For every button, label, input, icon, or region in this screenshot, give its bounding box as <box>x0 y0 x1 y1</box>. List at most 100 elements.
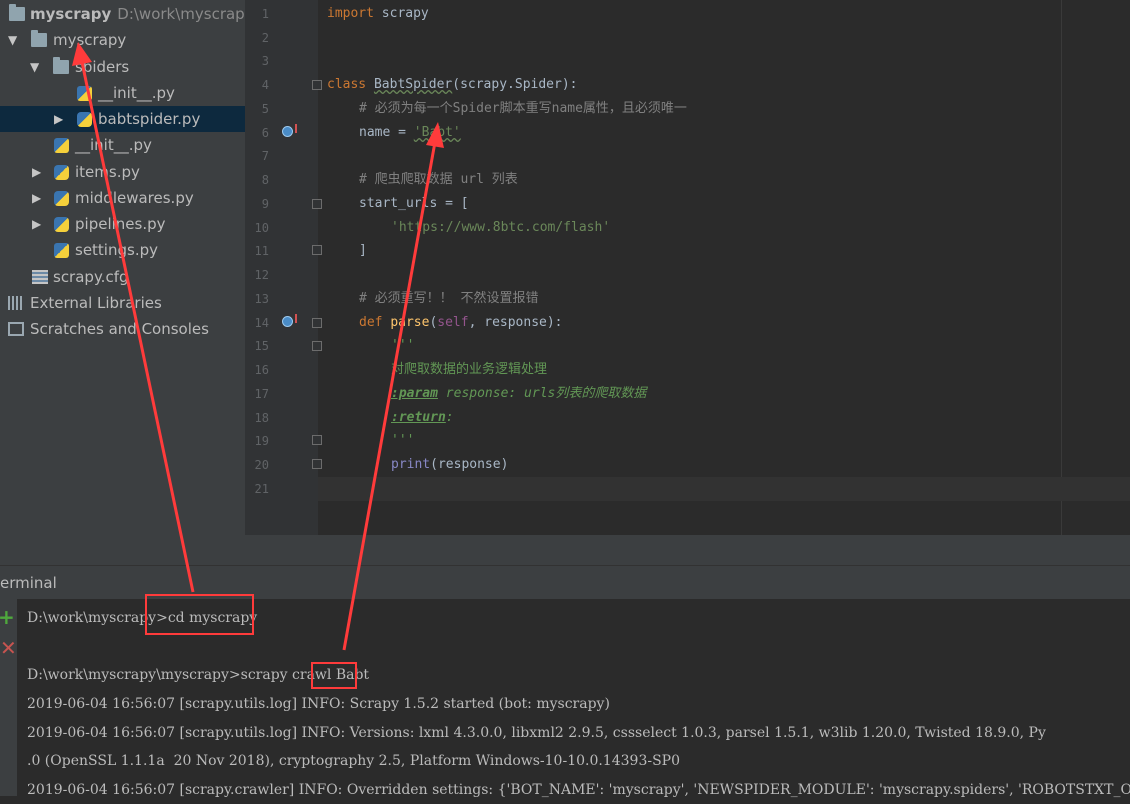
doc-text: response: urls列表的爬取数据 <box>437 386 647 401</box>
code-line-1: import scrapy <box>327 2 429 26</box>
keyword: def <box>359 315 391 330</box>
code-line-18: :return: <box>391 406 454 430</box>
panel-separator <box>0 535 1130 565</box>
terminal-title: erminal <box>0 574 57 592</box>
fold-end-icon[interactable] <box>312 459 322 469</box>
chevron-down-icon[interactable]: ▼ <box>30 54 39 80</box>
close-terminal-icon[interactable]: ✕ <box>0 636 17 660</box>
code-line-5: # 必须为每一个Spider脚本重写name属性，且必须唯一 <box>359 101 687 116</box>
terminal-line: 2019-06-04 16:56:07 [scrapy.crawler] INF… <box>27 782 1130 798</box>
line-number: 5 <box>261 102 269 116</box>
folder-icon <box>53 57 69 74</box>
fold-toggle-icon[interactable] <box>312 341 322 351</box>
tree-item-init[interactable]: __init__.py <box>0 132 245 158</box>
python-file-icon <box>54 165 69 180</box>
override-arrow-icon <box>295 314 297 323</box>
line-number: 13 <box>254 292 269 306</box>
line-number: 14 <box>254 316 269 330</box>
chevron-right-icon[interactable]: ▶ <box>32 211 41 237</box>
function-name: parse <box>390 315 430 330</box>
tree-item-label: settings.py <box>75 241 158 259</box>
line-number: 20 <box>254 458 269 472</box>
python-file-icon <box>54 243 69 258</box>
code-line-15: ''' <box>391 338 415 353</box>
python-file-icon <box>77 112 92 127</box>
line-number: 7 <box>261 149 269 163</box>
scratches-icon <box>8 322 24 336</box>
line-number: 18 <box>254 411 269 425</box>
add-terminal-icon[interactable]: + <box>0 605 15 629</box>
code-text: (response) <box>430 457 509 472</box>
tree-item-label: Scratches and Consoles <box>30 320 209 338</box>
code-line-11: ] <box>359 243 367 258</box>
code-text: , response): <box>468 315 563 330</box>
code-line-4: class BabtSpider(scrapy.Spider): <box>327 73 577 97</box>
override-arrow-icon <box>295 124 297 133</box>
tree-item-label: __init__.py <box>98 84 175 102</box>
tree-item-babtspider[interactable]: ▶ babtspider.py <box>0 106 245 132</box>
class-name: BabtSpider <box>373 77 453 92</box>
tree-item-label: External Libraries <box>30 294 162 312</box>
fold-toggle-icon[interactable] <box>312 80 322 90</box>
code-line-13: # 必须重写！！ 不然设置报错 <box>359 291 539 306</box>
line-number: 4 <box>261 78 269 92</box>
tree-item-spiders-init[interactable]: __init__.py <box>0 80 245 106</box>
terminal-prompt: D:\work\myscrapy\myscrapy>scrapy crawl <box>27 667 336 683</box>
python-file-icon <box>54 138 69 153</box>
fold-toggle-icon[interactable] <box>312 199 322 209</box>
tree-item-label: __init__.py <box>75 136 152 154</box>
code-line-10: 'https://www.8btc.com/flash' <box>391 220 611 235</box>
code-text: name = <box>359 125 414 140</box>
right-margin-guide <box>1061 0 1062 535</box>
chevron-right-icon[interactable]: ▶ <box>32 159 41 185</box>
line-number: 6 <box>261 126 269 140</box>
tree-item-myscrapy[interactable]: ▼ myscrapy <box>0 27 245 53</box>
code-line-14: def parse(self, response): <box>359 311 563 335</box>
override-marker-icon[interactable] <box>282 126 293 137</box>
code-line-19: ''' <box>391 433 415 448</box>
terminal-line: .0 (OpenSSL 1.1.1a 20 Nov 2018), cryptog… <box>27 753 680 769</box>
tree-item-label: scrapy.cfg <box>53 268 129 286</box>
code-line-16: 对爬取数据的业务逻辑处理 <box>391 362 548 377</box>
highlight-box-spider-name <box>311 662 357 689</box>
tree-item-items[interactable]: ▶ items.py <box>0 159 245 185</box>
folder-icon <box>9 4 25 21</box>
tree-item-pipelines[interactable]: ▶ pipelines.py <box>0 211 245 237</box>
override-marker-icon[interactable] <box>282 316 293 327</box>
doc-text: : <box>445 410 454 425</box>
line-number: 12 <box>254 268 269 282</box>
current-line-highlight <box>318 477 1130 501</box>
highlight-box-command <box>145 594 254 635</box>
tree-item-scratches[interactable]: Scratches and Consoles <box>0 316 245 342</box>
code-text: (scrapy.Spider): <box>452 77 578 92</box>
tree-root[interactable]: myscrapy D:\work\myscrapy <box>0 1 245 27</box>
tree-item-external-libraries[interactable]: External Libraries <box>0 290 245 316</box>
fold-end-icon[interactable] <box>312 245 322 255</box>
tree-item-scrapy-cfg[interactable]: scrapy.cfg <box>0 264 245 290</box>
chevron-down-icon[interactable]: ▼ <box>8 27 17 53</box>
tree-item-spiders[interactable]: ▼ spiders <box>0 54 245 80</box>
line-number: 3 <box>261 54 269 68</box>
line-number: 16 <box>254 363 269 377</box>
keyword: import <box>327 6 374 21</box>
tree-item-label: babtspider.py <box>98 110 201 128</box>
project-tree: myscrapy D:\work\myscrapy ▼ myscrapy ▼ sp… <box>0 0 245 565</box>
tree-item-label: myscrapy <box>53 31 127 49</box>
python-file-icon <box>77 86 92 101</box>
doc-tag: :param <box>391 386 438 401</box>
fold-toggle-icon[interactable] <box>312 318 322 328</box>
keyword: class <box>327 77 374 92</box>
string-literal: 'Babt' <box>413 125 461 140</box>
tree-item-settings[interactable]: settings.py <box>0 237 245 263</box>
line-number: 8 <box>261 173 269 187</box>
line-number: 17 <box>254 387 269 401</box>
tree-item-middlewares[interactable]: ▶ middlewares.py <box>0 185 245 211</box>
fold-end-icon[interactable] <box>312 435 322 445</box>
chevron-right-icon[interactable]: ▶ <box>54 106 63 132</box>
doc-tag: :return <box>391 410 446 425</box>
line-number: 11 <box>254 244 269 258</box>
library-icon <box>8 296 24 310</box>
chevron-right-icon[interactable]: ▶ <box>32 185 41 211</box>
tree-item-label: spiders <box>75 58 130 76</box>
code-line-8: # 爬虫爬取数据 url 列表 <box>359 172 518 187</box>
